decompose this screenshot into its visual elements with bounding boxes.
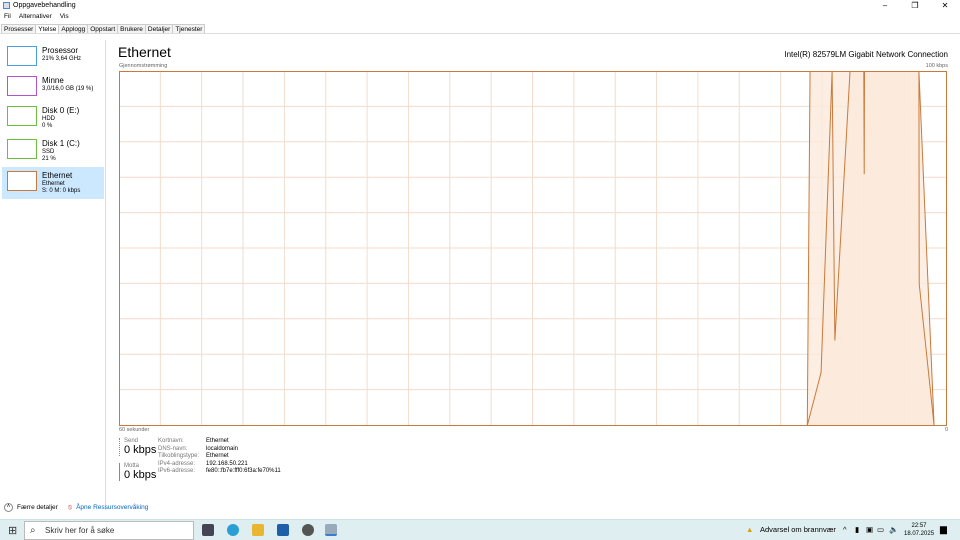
sidebar-item-name: Ethernet xyxy=(42,171,73,180)
mini-graph xyxy=(7,171,37,191)
divider xyxy=(0,33,960,34)
sidebar-item-detail: HDD xyxy=(42,116,55,122)
sidebar-item-name: Prosessor xyxy=(42,46,79,55)
mail-icon[interactable] xyxy=(277,524,289,536)
close-button[interactable]: ✕ xyxy=(930,0,960,11)
menu-view[interactable]: Vis xyxy=(56,12,73,21)
footer: ˄ Færre detaljer ⦸ Åpne Ressursovervåkin… xyxy=(4,503,148,512)
property-value: 192.168.50.221 xyxy=(206,460,248,467)
send-stat: Send 0 kbps xyxy=(119,438,159,456)
task-manager-taskbar-icon[interactable] xyxy=(325,524,337,536)
menu-bar: Fil Alternativer Vis xyxy=(0,12,73,21)
maximize-button[interactable]: ❐ xyxy=(900,0,930,11)
property-value: Ethernet xyxy=(206,453,229,459)
title-bar: Oppgavebehandling – ❐ ✕ xyxy=(0,0,960,11)
notifications-icon[interactable]: ▆ xyxy=(940,524,947,535)
adapter-name: Intel(R) 82579LM Gigabit Network Connect… xyxy=(784,50,948,59)
settings-gear-icon[interactable] xyxy=(302,524,314,536)
edge-browser-icon[interactable] xyxy=(227,524,239,536)
taskbar: ⊞ ⌕ Skriv her for å søke ▲ Advarsel om b… xyxy=(0,519,960,540)
fire-weather-warning[interactable]: Advarsel om brannvær xyxy=(760,525,836,534)
search-placeholder: Skriv her for å søke xyxy=(45,526,115,535)
menu-options[interactable]: Alternativer xyxy=(15,12,56,21)
property-value: fe80::fb7e:fff0:6f3a:fe70%11 xyxy=(206,468,281,474)
property-label: Tilkoblingstype: xyxy=(158,453,200,459)
network-icon[interactable]: ▭ xyxy=(877,525,884,534)
task-manager-icon xyxy=(3,2,10,9)
graph-max-label: 100 kbps xyxy=(925,63,948,69)
resource-monitor-icon: ⦸ xyxy=(67,503,73,511)
receive-stat: Motta 0 kbps xyxy=(119,463,159,481)
sidebar-item-detail: 21% 3,64 GHz xyxy=(42,56,82,62)
sidebar-item-detail: Ethernet xyxy=(42,181,65,187)
sidebar-item-name: Disk 1 (C:) xyxy=(42,139,80,148)
sidebar-item-value: 0 % xyxy=(42,123,53,129)
throughput-chart xyxy=(119,71,947,426)
warning-icon: ▲ xyxy=(746,525,754,534)
sidebar-item-value: S: 0 M: 0 kbps xyxy=(42,188,81,194)
sidebar-item-value: 21 % xyxy=(42,156,56,162)
property-value: Ethernet xyxy=(206,438,229,444)
battery-icon[interactable]: ▮ xyxy=(855,525,859,534)
open-resource-monitor-link[interactable]: Åpne Ressursovervåking xyxy=(76,504,148,511)
send-value: 0 kbps xyxy=(124,444,157,456)
window-title: Oppgavebehandling xyxy=(13,2,76,9)
sidebar-item-disk-0-e[interactable]: Disk 0 (E:) HDD 0 % xyxy=(2,102,104,134)
properties-list: Kortnavn: Ethernet DNS-navn: localdomain Til… xyxy=(158,438,281,474)
sidebar-item-disk-1-c[interactable]: Disk 1 (C:) SSD 21 % xyxy=(2,135,104,167)
property-value: localdomain xyxy=(206,445,239,452)
graph-min-label: 0 xyxy=(944,427,948,433)
taskbar-search-input[interactable]: ⌕ Skriv her for å søke xyxy=(24,521,194,540)
sidebar-item-name: Minne xyxy=(42,76,64,85)
sidebar-item-detail: SSD xyxy=(42,149,55,155)
device-icon[interactable]: ▣ xyxy=(866,525,873,534)
property-label: IPv4-adresse: xyxy=(158,460,196,467)
clock-time: 22:57 xyxy=(911,523,927,529)
search-icon: ⌕ xyxy=(30,525,36,536)
property-label: IPv6-adresse: xyxy=(158,468,196,474)
mini-graph xyxy=(7,76,37,96)
sidebar-item-ethernet[interactable]: Ethernet Ethernet S: 0 M: 0 kbps xyxy=(2,167,104,199)
mini-graph xyxy=(7,106,37,126)
sidebar-item-minne[interactable]: Minne 3,0/16,0 GB (19 %) xyxy=(2,72,104,104)
property-label: Kortnavn: xyxy=(158,438,184,444)
sidebar-item-prosessor[interactable]: Prosessor 21% 3,64 GHz xyxy=(2,42,104,74)
sidebar: Prosessor 21% 3,64 GHz Minne 3,0/16,0 GB… xyxy=(0,40,106,510)
receive-value: 0 kbps xyxy=(124,469,157,481)
graph-x-label: 60 sekunder xyxy=(119,427,150,433)
property-label: DNS-navn: xyxy=(158,445,188,452)
sidebar-item-detail: 3,0/16,0 GB (19 %) xyxy=(42,86,94,92)
start-windows-icon[interactable]: ⊞ xyxy=(8,524,17,537)
task-view-icon[interactable] xyxy=(202,524,214,536)
show-hidden-icons-chevron-icon[interactable]: ^ xyxy=(843,525,847,534)
clock[interactable]: 22:57 18.07.2025 xyxy=(904,522,934,538)
fewer-details-link[interactable]: Færre detaljer xyxy=(17,504,58,511)
sidebar-item-name: Disk 0 (E:) xyxy=(42,106,80,115)
volume-icon[interactable]: 🔈 xyxy=(889,525,898,534)
mini-graph xyxy=(7,46,37,66)
graph-title: Gjennomstrømming xyxy=(119,63,168,69)
minimize-button[interactable]: – xyxy=(870,0,900,11)
menu-file[interactable]: Fil xyxy=(0,12,15,21)
mini-graph xyxy=(7,139,37,159)
page-title: Ethernet xyxy=(118,44,171,60)
file-explorer-icon[interactable] xyxy=(252,524,264,536)
clock-date: 18.07.2025 xyxy=(904,531,935,537)
chevron-up-icon[interactable]: ˄ xyxy=(4,503,13,512)
